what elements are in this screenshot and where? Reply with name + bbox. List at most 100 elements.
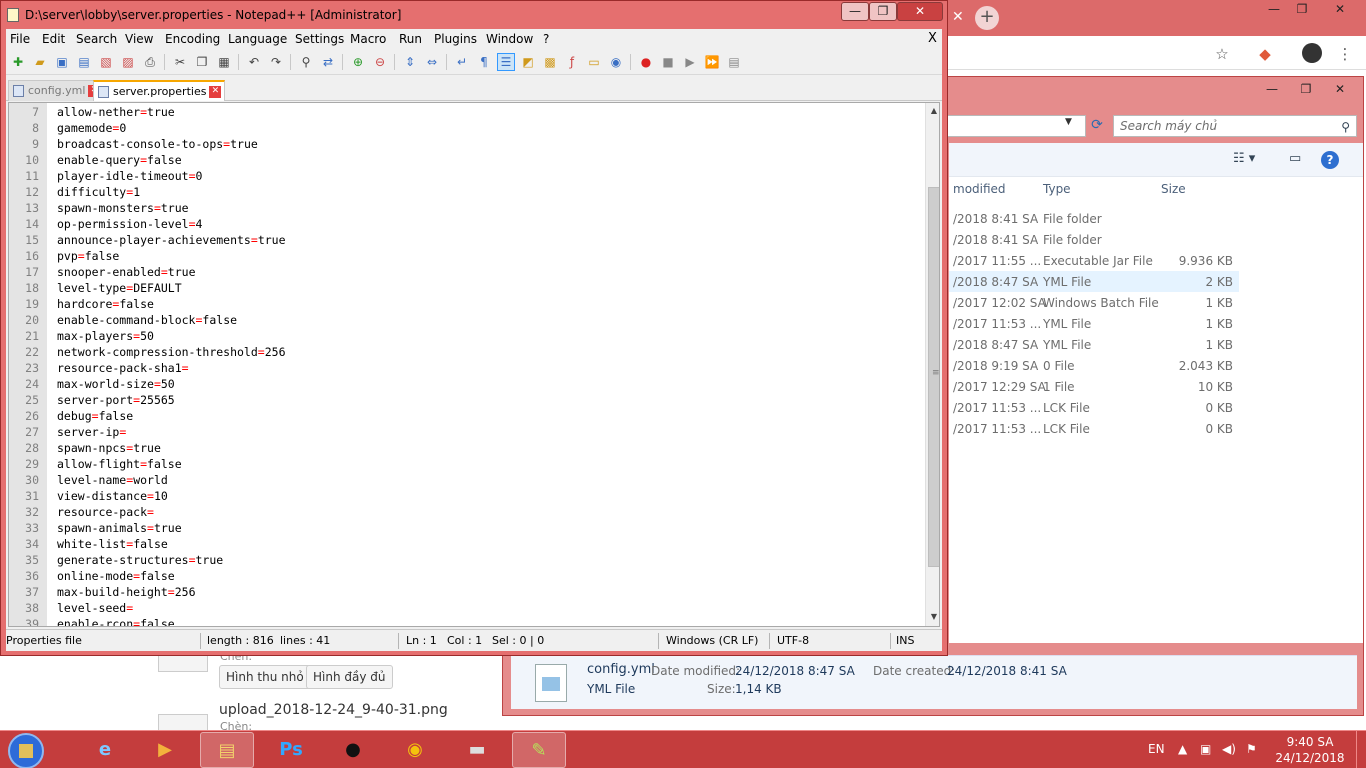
- code-line[interactable]: enable-rcon=false: [57, 616, 175, 626]
- menu-plugins[interactable]: Plugins: [434, 32, 477, 46]
- chrome-icon[interactable]: ◉: [388, 732, 442, 768]
- folder-workspace-icon[interactable]: ▭: [586, 54, 602, 70]
- search-icon[interactable]: ⚲: [1341, 117, 1350, 137]
- column-size[interactable]: Size: [1161, 182, 1186, 196]
- menu-window[interactable]: Window: [486, 32, 533, 46]
- new-tab-button[interactable]: +: [975, 6, 999, 30]
- show-all-characters-icon[interactable]: ¶: [476, 54, 492, 70]
- sync-horizontal-icon[interactable]: ⇔: [424, 54, 440, 70]
- paste-icon[interactable]: ▦: [216, 54, 232, 70]
- code-line[interactable]: max-players=50: [57, 328, 154, 344]
- menu-settings[interactable]: Settings: [295, 32, 344, 46]
- open-file-icon[interactable]: ▰: [32, 54, 48, 70]
- scroll-down-arrow-icon[interactable]: ▼: [929, 612, 939, 621]
- code-line[interactable]: allow-flight=false: [57, 456, 182, 472]
- code-line[interactable]: view-distance=10: [57, 488, 168, 504]
- view-options-icon[interactable]: ☷ ▾: [1233, 151, 1255, 166]
- code-line[interactable]: max-world-size=50: [57, 376, 175, 392]
- file-row[interactable]: /2017 11:53 ... YML File 1 KB: [949, 313, 1239, 334]
- code-line[interactable]: network-compression-threshold=256: [57, 344, 286, 360]
- menu-run[interactable]: Run: [399, 32, 422, 46]
- document-map-icon[interactable]: ▩: [542, 54, 558, 70]
- tab-config-yml[interactable]: config.yml ✕: [8, 80, 105, 101]
- language-indicator[interactable]: EN: [1148, 742, 1165, 756]
- code-line[interactable]: gamemode=0: [57, 120, 126, 136]
- bookmark-star-icon[interactable]: ☆: [1212, 44, 1232, 64]
- monitoring-icon[interactable]: ◉: [608, 54, 624, 70]
- code-line[interactable]: difficulty=1: [57, 184, 140, 200]
- close-document-button[interactable]: X: [928, 31, 937, 46]
- minimize-button[interactable]: —: [841, 2, 869, 21]
- zoom-in-icon[interactable]: ⊕: [350, 54, 366, 70]
- code-line[interactable]: level-name=world: [57, 472, 168, 488]
- code-line[interactable]: max-build-height=256: [57, 584, 196, 600]
- save-all-icon[interactable]: ▤: [76, 54, 92, 70]
- find-icon[interactable]: ⚲: [298, 54, 314, 70]
- file-row[interactable]: /2017 12:29 SA 1 File 10 KB: [949, 376, 1239, 397]
- photoshop-icon[interactable]: Ps: [264, 732, 318, 768]
- save-macro-icon[interactable]: ▤: [726, 54, 742, 70]
- code-line[interactable]: debug=false: [57, 408, 133, 424]
- run-macro-multiple-icon[interactable]: ⏩: [704, 54, 720, 70]
- file-row[interactable]: /2018 8:47 SA YML File 2 KB: [949, 271, 1239, 292]
- column-date-modified[interactable]: modified: [953, 182, 1006, 196]
- code-line[interactable]: server-ip=: [57, 424, 126, 440]
- status-encoding[interactable]: UTF-8: [777, 634, 809, 647]
- file-row[interactable]: /2018 8:41 SA File folder: [949, 208, 1239, 229]
- cut-icon[interactable]: ✂: [172, 54, 188, 70]
- menu-search[interactable]: Search: [76, 32, 117, 46]
- user-language-icon[interactable]: ◩: [520, 54, 536, 70]
- vertical-scrollbar[interactable]: ▲ ≡ ▼: [925, 103, 939, 626]
- file-row[interactable]: /2018 8:41 SA File folder: [949, 229, 1239, 250]
- column-type[interactable]: Type: [1043, 182, 1071, 196]
- code-line[interactable]: enable-query=false: [57, 152, 182, 168]
- close-all-icon[interactable]: ▨: [120, 54, 136, 70]
- sync-vertical-icon[interactable]: ⇕: [402, 54, 418, 70]
- code-line[interactable]: spawn-npcs=true: [57, 440, 161, 456]
- address-dropdown-icon[interactable]: ▼: [1065, 117, 1072, 127]
- notepadpp-taskbar-icon[interactable]: ✎: [512, 732, 566, 768]
- explorer-minimize-button[interactable]: —: [1255, 81, 1289, 99]
- upload-file-name[interactable]: upload_2018-12-24_9-40-31.png: [219, 702, 448, 718]
- menu-edit[interactable]: Edit: [42, 32, 65, 46]
- save-icon[interactable]: ▣: [54, 54, 70, 70]
- tab-close-icon[interactable]: ✕: [209, 86, 222, 98]
- code-line[interactable]: broadcast-console-to-ops=true: [57, 136, 258, 152]
- network-icon[interactable]: ▣: [1200, 742, 1211, 756]
- replace-icon[interactable]: ⇄: [320, 54, 336, 70]
- start-button[interactable]: [8, 733, 44, 768]
- zoom-out-icon[interactable]: ⊖: [372, 54, 388, 70]
- menu-file[interactable]: File: [10, 32, 30, 46]
- record-macro-icon[interactable]: ●: [638, 54, 654, 70]
- indent-guide-icon[interactable]: ☰: [497, 53, 515, 71]
- full-image-button[interactable]: Hình đầy đủ: [306, 665, 393, 689]
- code-line[interactable]: hardcore=false: [57, 296, 154, 312]
- extension-icon[interactable]: ◆: [1255, 44, 1275, 64]
- thumbnail-button[interactable]: Hình thu nhỏ: [219, 665, 311, 689]
- code-line[interactable]: level-seed=: [57, 600, 133, 616]
- code-line[interactable]: spawn-monsters=true: [57, 200, 189, 216]
- close-file-icon[interactable]: ▧: [98, 54, 114, 70]
- menu-language[interactable]: Language: [228, 32, 287, 46]
- print-icon[interactable]: ⎙: [142, 54, 158, 70]
- undo-icon[interactable]: ↶: [246, 54, 262, 70]
- search-input[interactable]: Search máy chủ ⚲: [1113, 115, 1357, 137]
- show-desktop-button[interactable]: [1356, 731, 1366, 768]
- action-center-flag-icon[interactable]: ⚑: [1246, 742, 1257, 756]
- media-player-icon[interactable]: ▶: [138, 732, 192, 768]
- explorer-close-button[interactable]: ✕: [1323, 81, 1357, 99]
- code-line[interactable]: level-type=DEFAULT: [57, 280, 182, 296]
- word-wrap-icon[interactable]: ↵: [454, 54, 470, 70]
- code-line[interactable]: pvp=false: [57, 248, 119, 264]
- close-button[interactable]: ✕: [897, 2, 943, 21]
- show-hidden-icons-icon[interactable]: ▲: [1178, 742, 1187, 756]
- explorer-maximize-button[interactable]: ❐: [1289, 81, 1323, 99]
- volume-icon[interactable]: ◀): [1222, 742, 1236, 756]
- code-line[interactable]: white-list=false: [57, 536, 168, 552]
- file-row[interactable]: /2017 11:53 ... LCK File 0 KB: [949, 418, 1239, 439]
- code-line[interactable]: server-port=25565: [57, 392, 175, 408]
- file-row[interactable]: /2018 9:19 SA 0 File 2.043 KB: [949, 355, 1239, 376]
- code-line[interactable]: player-idle-timeout=0: [57, 168, 202, 184]
- file-row[interactable]: /2017 12:02 SA Windows Batch File 1 KB: [949, 292, 1239, 313]
- code-line[interactable]: spawn-animals=true: [57, 520, 182, 536]
